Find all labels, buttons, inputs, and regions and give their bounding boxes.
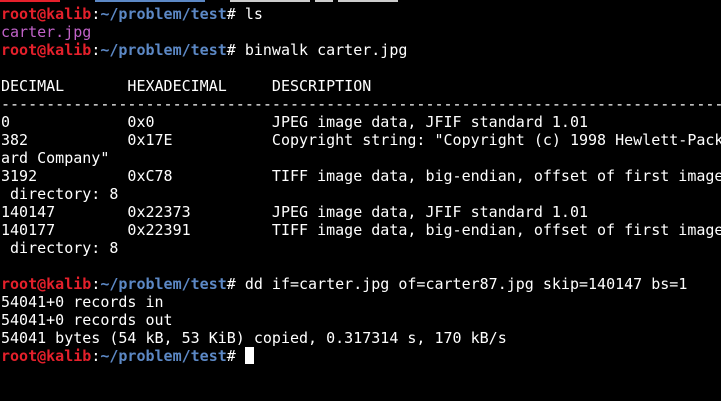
prompt-separator: : xyxy=(91,5,101,23)
command-text: ls xyxy=(244,5,263,23)
prompt-symbol: # xyxy=(226,347,245,365)
command-text: dd if=carter.jpg of=carter87.jpg skip=14… xyxy=(244,275,688,293)
fragment-mark xyxy=(95,0,205,2)
prompt-separator: : xyxy=(91,275,101,293)
prompt-line: root@kalib:~/problem/test# dd if=carter.… xyxy=(1,275,721,293)
output-line: 54041+0 records out xyxy=(1,311,721,329)
prompt-user: root@kalib xyxy=(1,5,92,23)
prompt-path: ~/problem/test xyxy=(100,347,227,365)
output-line: directory: 8 xyxy=(1,185,721,203)
fragment-mark xyxy=(338,0,398,2)
prompt-line: root@kalib:~/problem/test# xyxy=(1,347,721,365)
output-line: DECIMAL HEXADECIMAL DESCRIPTION xyxy=(1,77,721,95)
output-text: 382 0x17E Copyright string: "Copyright (… xyxy=(1,131,721,149)
output-text: 54041 bytes (54 kB, 53 KiB) copied, 0.31… xyxy=(1,329,507,347)
fragment-mark xyxy=(230,0,310,2)
output-line: 140147 0x22373 JPEG image data, JFIF sta… xyxy=(1,203,721,221)
output-text: DECIMAL HEXADECIMAL DESCRIPTION xyxy=(1,77,372,95)
output-line: 3192 0xC78 TIFF image data, big-endian, … xyxy=(1,167,721,185)
prompt-line: root@kalib:~/problem/test# ls xyxy=(1,5,721,23)
prompt-user: root@kalib xyxy=(1,41,92,59)
text-cursor[interactable] xyxy=(244,347,254,364)
output-text: 140147 0x22373 JPEG image data, JFIF sta… xyxy=(1,203,588,221)
output-text: ard Company" xyxy=(1,149,110,167)
file-name: carter.jpg xyxy=(1,23,92,41)
output-text: ----------------------------------------… xyxy=(1,95,721,113)
output-text: directory: 8 xyxy=(1,239,119,257)
output-text: 0 0x0 JPEG image data, JFIF standard 1.0… xyxy=(1,113,588,131)
output-text: 54041+0 records in xyxy=(1,293,164,311)
command-text: binwalk carter.jpg xyxy=(244,41,408,59)
prompt-user: root@kalib xyxy=(1,347,92,365)
prompt-line: root@kalib:~/problem/test# binwalk carte… xyxy=(1,41,721,59)
prompt-separator: : xyxy=(91,41,101,59)
fragment-mark xyxy=(315,0,333,2)
output-line: 0 0x0 JPEG image data, JFIF standard 1.0… xyxy=(1,113,721,131)
output-text: 140177 0x22391 TIFF image data, big-endi… xyxy=(1,221,721,239)
output-line: 140177 0x22391 TIFF image data, big-endi… xyxy=(1,221,721,239)
previous-output-fragment xyxy=(0,0,398,2)
prompt-symbol: # xyxy=(226,5,245,23)
prompt-symbol: # xyxy=(226,275,245,293)
output-text: directory: 8 xyxy=(1,185,119,203)
output-line: 382 0x17E Copyright string: "Copyright (… xyxy=(1,131,721,149)
prompt-separator: : xyxy=(91,347,101,365)
prompt-path: ~/problem/test xyxy=(100,5,227,23)
file-listing: carter.jpg xyxy=(1,23,721,41)
prompt-path: ~/problem/test xyxy=(100,41,227,59)
output-line: ard Company" xyxy=(1,149,721,167)
prompt-path: ~/problem/test xyxy=(100,275,227,293)
prompt-symbol: # xyxy=(226,41,245,59)
prompt-user: root@kalib xyxy=(1,275,92,293)
fragment-mark xyxy=(0,0,60,2)
output-line: directory: 8 xyxy=(1,239,721,257)
output-text: 3192 0xC78 TIFF image data, big-endian, … xyxy=(1,167,721,185)
output-text: 54041+0 records out xyxy=(1,311,173,329)
output-line: 54041+0 records in xyxy=(1,293,721,311)
output-line: ----------------------------------------… xyxy=(1,95,721,113)
terminal-output: root@kalib:~/problem/test# ls carter.jpg r… xyxy=(1,5,721,365)
output-line: 54041 bytes (54 kB, 53 KiB) copied, 0.31… xyxy=(1,329,721,347)
terminal-window[interactable]: root@kalib:~/problem/test# ls carter.jpg r… xyxy=(0,0,721,401)
